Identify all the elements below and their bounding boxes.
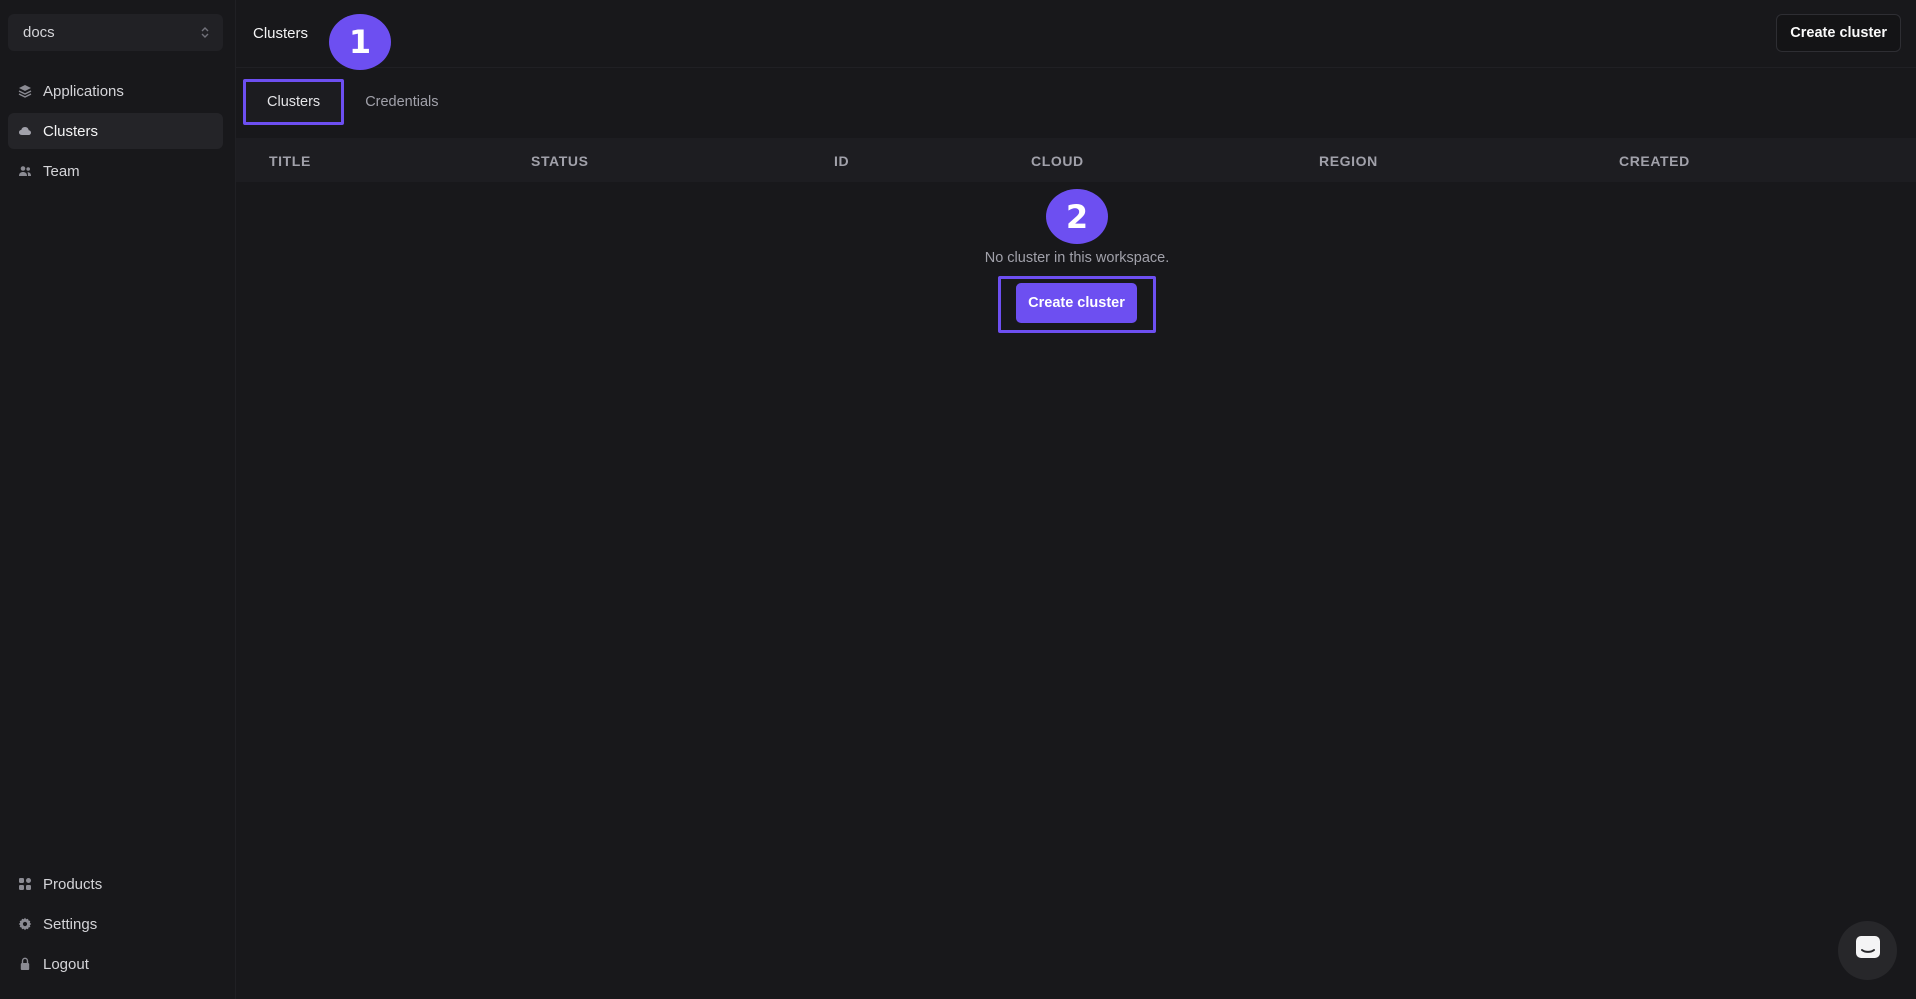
sidebar-item-label: Products (43, 875, 103, 893)
sidebar-item-label: Clusters (43, 122, 99, 140)
users-icon (18, 164, 32, 178)
column-header-status[interactable]: STATUS (531, 153, 589, 169)
column-header-created[interactable]: CREATED (1619, 153, 1690, 169)
chat-launcher[interactable] (1838, 921, 1897, 980)
cloud-icon (18, 124, 32, 138)
sidebar-item-team[interactable]: Team (8, 153, 223, 189)
column-header-id[interactable]: ID (834, 153, 849, 169)
workspace-selector[interactable]: docs (8, 14, 223, 51)
step-marker-1: 1 (329, 14, 391, 70)
sidebar-item-label: Settings (43, 915, 98, 933)
create-cluster-button[interactable]: Create cluster (1016, 283, 1137, 323)
sidebar-item-products[interactable]: Products (8, 866, 223, 902)
chevron-up-down-icon (201, 26, 209, 40)
tab-bar: Clusters Credentials (243, 79, 460, 125)
grid-icon (18, 877, 32, 891)
column-header-title[interactable]: TITLE (269, 153, 311, 169)
table-header: TITLE STATUS ID CLOUD REGION CREATED (236, 138, 1916, 182)
sidebar-item-label: Logout (43, 955, 89, 973)
column-header-region[interactable]: REGION (1319, 153, 1378, 169)
app-root: docs Applications Clusters Team Products… (0, 0, 1916, 999)
lock-icon (18, 957, 32, 971)
sidebar: docs Applications Clusters Team Products… (0, 0, 236, 999)
sidebar-item-settings[interactable]: Settings (8, 906, 223, 942)
sidebar-item-clusters[interactable]: Clusters (8, 113, 223, 149)
tab-clusters[interactable]: Clusters (243, 79, 345, 125)
column-header-cloud[interactable]: CLOUD (1031, 153, 1084, 169)
page-title: Clusters (253, 25, 309, 42)
sidebar-item-logout[interactable]: Logout (8, 946, 223, 982)
create-cluster-header-button[interactable]: Create cluster (1776, 14, 1901, 52)
sidebar-item-label: Team (43, 162, 80, 180)
sidebar-nav-footer: Products Settings Logout (8, 866, 223, 986)
step-marker-2: 2 (1046, 189, 1108, 244)
empty-state-message: No cluster in this workspace. (984, 250, 1170, 266)
sidebar-item-applications[interactable]: Applications (8, 73, 223, 109)
chat-icon (1855, 935, 1881, 966)
sidebar-item-label: Applications (43, 82, 124, 100)
sidebar-nav-main: Applications Clusters Team (8, 73, 223, 193)
header: Clusters Create cluster (236, 0, 1916, 68)
layers-icon (18, 84, 32, 98)
tab-credentials[interactable]: Credentials (344, 79, 459, 125)
workspace-label: docs (23, 24, 55, 41)
gear-icon (18, 917, 32, 931)
